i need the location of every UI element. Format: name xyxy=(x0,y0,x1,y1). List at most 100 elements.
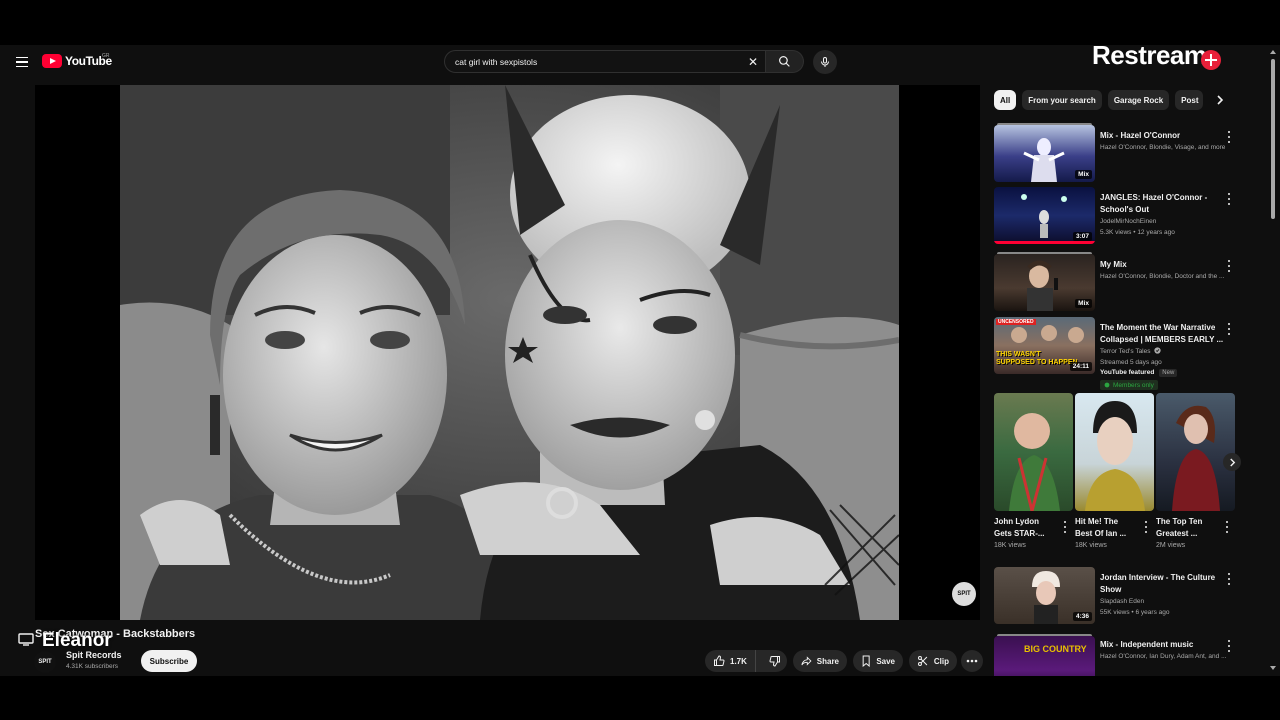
cast-icon[interactable] xyxy=(18,633,34,646)
recommendation-title[interactable]: JANGLES: Hazel O'Connor - School's Out xyxy=(1100,192,1224,215)
shorts-item[interactable]: The Top Ten Greatest ... 2M views xyxy=(1156,393,1236,549)
search-input[interactable]: cat girl with sexpistols ✕ xyxy=(444,50,766,73)
subscribe-button[interactable]: Subscribe xyxy=(141,650,197,672)
more-options-icon[interactable] xyxy=(1224,521,1230,533)
featured-text: YouTube featured xyxy=(1100,369,1155,376)
restream-overlay-logo: Restream xyxy=(1092,45,1221,71)
share-button[interactable]: Share xyxy=(793,650,847,672)
share-label: Share xyxy=(816,656,839,666)
shorts-title[interactable]: Hit Me! The Best Of Ian ... xyxy=(1075,516,1137,540)
video-thumbnail[interactable]: 3:07 xyxy=(994,187,1095,244)
shorts-views: 2M views xyxy=(1156,542,1186,549)
recommendation-item[interactable]: 4:36 Jordan Interview - The Culture Show… xyxy=(994,567,1239,627)
recommendation-channel[interactable]: Slapdash Eden xyxy=(1100,596,1235,608)
recommendation-title[interactable]: My Mix xyxy=(1100,259,1224,271)
video-frame[interactable] xyxy=(120,85,899,620)
letterbox-bottom xyxy=(0,676,1280,720)
recommendation-channel[interactable]: Terror Ted's Tales xyxy=(1100,348,1151,355)
shorts-title[interactable]: John Lydon Gets STAR-... xyxy=(994,516,1056,540)
search-query[interactable]: cat girl with sexpistols xyxy=(455,57,537,67)
scrollbar-thumb[interactable] xyxy=(1271,59,1275,219)
more-options-icon[interactable] xyxy=(1226,193,1232,205)
shorts-next-button[interactable] xyxy=(1223,453,1241,471)
recommendation-title[interactable]: Jordan Interview - The Culture Show xyxy=(1100,572,1224,595)
video-still-image xyxy=(120,85,899,620)
recommendation-item[interactable]: Mix Mix - Hazel O'Connor Hazel O'Connor,… xyxy=(994,123,1239,185)
more-horizontal-icon xyxy=(966,659,978,663)
recommendation-title[interactable]: Mix - Independent music xyxy=(1100,639,1224,651)
members-only-label: Members only xyxy=(1113,381,1154,389)
shorts-title[interactable]: The Top Ten Greatest ... xyxy=(1156,516,1218,540)
save-button[interactable]: Save xyxy=(853,650,903,672)
chevron-right-icon xyxy=(1229,458,1235,466)
recommendation-item[interactable]: UNCENSORED THIS WASN'T SUPPOSED TO HAPPE… xyxy=(994,317,1239,390)
channel-avatar[interactable]: SPIT xyxy=(34,651,56,673)
like-count: 1.7K xyxy=(730,656,747,666)
youtube-watch-page: YouTube GR cat girl with sexpistols ✕ Re… xyxy=(0,45,1280,676)
shorts-views: 18K views xyxy=(994,542,1026,549)
scroll-up-arrow[interactable] xyxy=(1270,50,1276,54)
duration-badge: 3:07 xyxy=(1072,232,1092,241)
recommendation-item[interactable]: Mix My Mix Hazel O'Connor, Blondie, Doct… xyxy=(994,252,1239,314)
search-button[interactable] xyxy=(766,50,804,73)
voice-search-button[interactable] xyxy=(813,50,837,74)
chip-garage-rock[interactable]: Garage Rock xyxy=(1107,90,1170,110)
uncensored-tag: UNCENSORED xyxy=(996,319,1036,325)
like-button[interactable]: 1.7K xyxy=(705,650,756,672)
video-thumbnail[interactable]: 4:36 xyxy=(994,567,1095,624)
more-options-icon[interactable] xyxy=(1226,573,1232,585)
shorts-item[interactable]: John Lydon Gets STAR-... 18K views xyxy=(994,393,1074,549)
search-icon xyxy=(779,56,790,67)
mix-badge: Mix xyxy=(1075,170,1092,179)
clear-search-icon[interactable]: ✕ xyxy=(745,54,761,70)
duration-badge: 24:11 xyxy=(1069,362,1092,371)
video-thumbnail[interactable]: Mix xyxy=(994,125,1095,182)
recommendation-title[interactable]: The Moment the War Narrative Collapsed |… xyxy=(1100,322,1224,345)
scissors-icon xyxy=(917,656,928,666)
shorts-thumbnail[interactable] xyxy=(994,393,1073,511)
clip-button[interactable]: Clip xyxy=(909,650,957,672)
menu-icon[interactable] xyxy=(12,53,32,71)
logo-country-code: GR xyxy=(102,53,110,59)
thumbnail-caption: BIG COUNTRY xyxy=(1024,644,1087,654)
recommendation-channel[interactable]: JodelMirNochEinen xyxy=(1100,216,1235,228)
shorts-thumbnail[interactable] xyxy=(1075,393,1154,511)
more-options-icon[interactable] xyxy=(1226,131,1232,143)
more-options-icon[interactable] xyxy=(1226,323,1232,335)
chips-next-button[interactable] xyxy=(1212,92,1228,108)
more-options-icon[interactable] xyxy=(1226,640,1232,652)
chip-from-your-search[interactable]: From your search xyxy=(1022,90,1102,110)
recommendation-channel-row[interactable]: Terror Ted's Tales xyxy=(1100,346,1235,358)
bookmark-icon xyxy=(862,655,870,667)
chip-all[interactable]: All xyxy=(994,90,1017,110)
youtube-featured-label: YouTube featured New xyxy=(1100,369,1178,377)
video-thumbnail[interactable]: Mix xyxy=(994,254,1095,311)
recommendation-item[interactable]: BIG COUNTRY Mix - Independent music Haze… xyxy=(994,634,1239,676)
clip-label: Clip xyxy=(933,656,949,666)
shorts-thumbnail[interactable] xyxy=(1156,393,1235,511)
recommendation-meta: Hazel O'Connor, Blondie, Visage, and mor… xyxy=(1100,144,1226,151)
more-actions-button[interactable] xyxy=(961,650,983,672)
shorts-item[interactable]: Hit Me! The Best Of Ian ... 18K views xyxy=(1075,393,1155,549)
video-thumbnail[interactable]: UNCENSORED THIS WASN'T SUPPOSED TO HAPPE… xyxy=(994,317,1095,374)
restream-text: Restream xyxy=(1092,45,1207,70)
microphone-icon xyxy=(821,57,829,67)
masthead: YouTube GR cat girl with sexpistols ✕ Re… xyxy=(0,45,1280,79)
channel-watermark[interactable]: SPIT xyxy=(952,582,976,606)
recommendation-item[interactable]: 3:07 JANGLES: Hazel O'Connor - School's … xyxy=(994,187,1239,247)
chip-post[interactable]: Post xyxy=(1175,90,1204,110)
overlay-caption: Eleanor xyxy=(42,630,112,651)
video-player[interactable]: SPIT xyxy=(35,85,980,620)
recommendation-title[interactable]: Mix - Hazel O'Connor xyxy=(1100,130,1224,142)
letterbox-top xyxy=(0,0,1280,45)
filter-chip-bar: All From your search Garage Rock Post xyxy=(994,90,1234,110)
watch-progress-bar xyxy=(994,241,1095,244)
scroll-down-arrow[interactable] xyxy=(1270,666,1276,670)
more-options-icon[interactable] xyxy=(1143,521,1149,533)
thumbs-down-icon xyxy=(769,656,780,667)
channel-name[interactable]: Spit Records xyxy=(66,650,122,660)
dislike-button[interactable] xyxy=(761,650,789,672)
video-thumbnail[interactable]: BIG COUNTRY xyxy=(994,636,1095,676)
more-options-icon[interactable] xyxy=(1062,521,1068,533)
more-options-icon[interactable] xyxy=(1226,260,1232,272)
